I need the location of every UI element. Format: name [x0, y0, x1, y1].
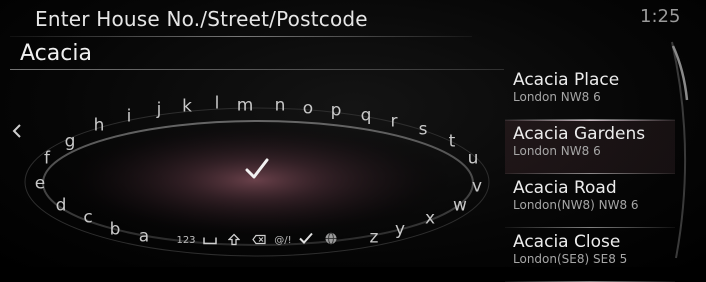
- result-item[interactable]: Acacia Close London(SE8) SE8 5: [505, 228, 675, 282]
- navigation-screen: Enter House No./Street/Postcode 1:25 Aca…: [0, 0, 706, 282]
- key-t[interactable]: t: [449, 133, 456, 151]
- key-r[interactable]: r: [391, 113, 398, 131]
- key-y[interactable]: y: [395, 221, 405, 239]
- result-detail: London(NW8) NW8 6: [513, 198, 639, 212]
- result-name: Acacia Gardens: [513, 124, 646, 144]
- back-arrow-icon[interactable]: [12, 123, 22, 143]
- globe-icon[interactable]: [325, 232, 338, 248]
- space-icon[interactable]: [203, 237, 217, 248]
- result-item[interactable]: Acacia Gardens London NW8 6: [505, 120, 675, 174]
- symbols-key[interactable]: @/!: [274, 236, 291, 246]
- result-detail: London(SE8) SE8 5: [513, 252, 628, 266]
- result-name: Acacia Road: [513, 178, 617, 198]
- key-a[interactable]: a: [139, 228, 149, 246]
- key-j[interactable]: j: [157, 101, 162, 119]
- key-x[interactable]: x: [425, 210, 435, 228]
- key-o[interactable]: o: [303, 100, 313, 118]
- key-f[interactable]: f: [44, 150, 50, 168]
- selection-highlight-line: [505, 120, 675, 121]
- key-g[interactable]: g: [65, 133, 76, 151]
- key-k[interactable]: k: [182, 98, 192, 116]
- key-q[interactable]: q: [361, 107, 372, 125]
- result-item[interactable]: Acacia Road London(NW8) NW8 6: [505, 174, 675, 228]
- key-e[interactable]: e: [35, 175, 45, 193]
- key-m[interactable]: m: [237, 97, 254, 115]
- scroll-indicator[interactable]: [670, 40, 700, 260]
- key-h[interactable]: h: [94, 117, 105, 135]
- key-p[interactable]: p: [331, 102, 342, 120]
- key-z[interactable]: z: [370, 229, 379, 247]
- key-u[interactable]: u: [468, 150, 479, 168]
- result-detail: London NW8 6: [513, 144, 601, 158]
- key-i[interactable]: i: [127, 108, 132, 126]
- key-v[interactable]: v: [472, 178, 482, 196]
- confirm-check-icon[interactable]: [244, 157, 270, 185]
- numbers-key[interactable]: 123: [176, 236, 195, 246]
- results-list: Acacia Place London NW8 6 Acacia Gardens Lo…: [505, 66, 675, 282]
- result-item[interactable]: Acacia Place London NW8 6: [505, 66, 675, 120]
- result-name: Acacia Place: [513, 70, 620, 90]
- key-n[interactable]: n: [275, 97, 286, 115]
- shift-icon[interactable]: [227, 233, 241, 249]
- key-b[interactable]: b: [110, 221, 121, 239]
- key-w[interactable]: w: [453, 197, 467, 215]
- key-d[interactable]: d: [56, 197, 67, 215]
- backspace-icon[interactable]: [252, 234, 266, 248]
- key-s[interactable]: s: [419, 121, 428, 139]
- key-c[interactable]: c: [83, 209, 92, 227]
- result-name: Acacia Close: [513, 232, 621, 252]
- result-detail: London NW8 6: [513, 90, 601, 104]
- key-l[interactable]: l: [215, 95, 220, 113]
- check-icon[interactable]: [299, 232, 313, 248]
